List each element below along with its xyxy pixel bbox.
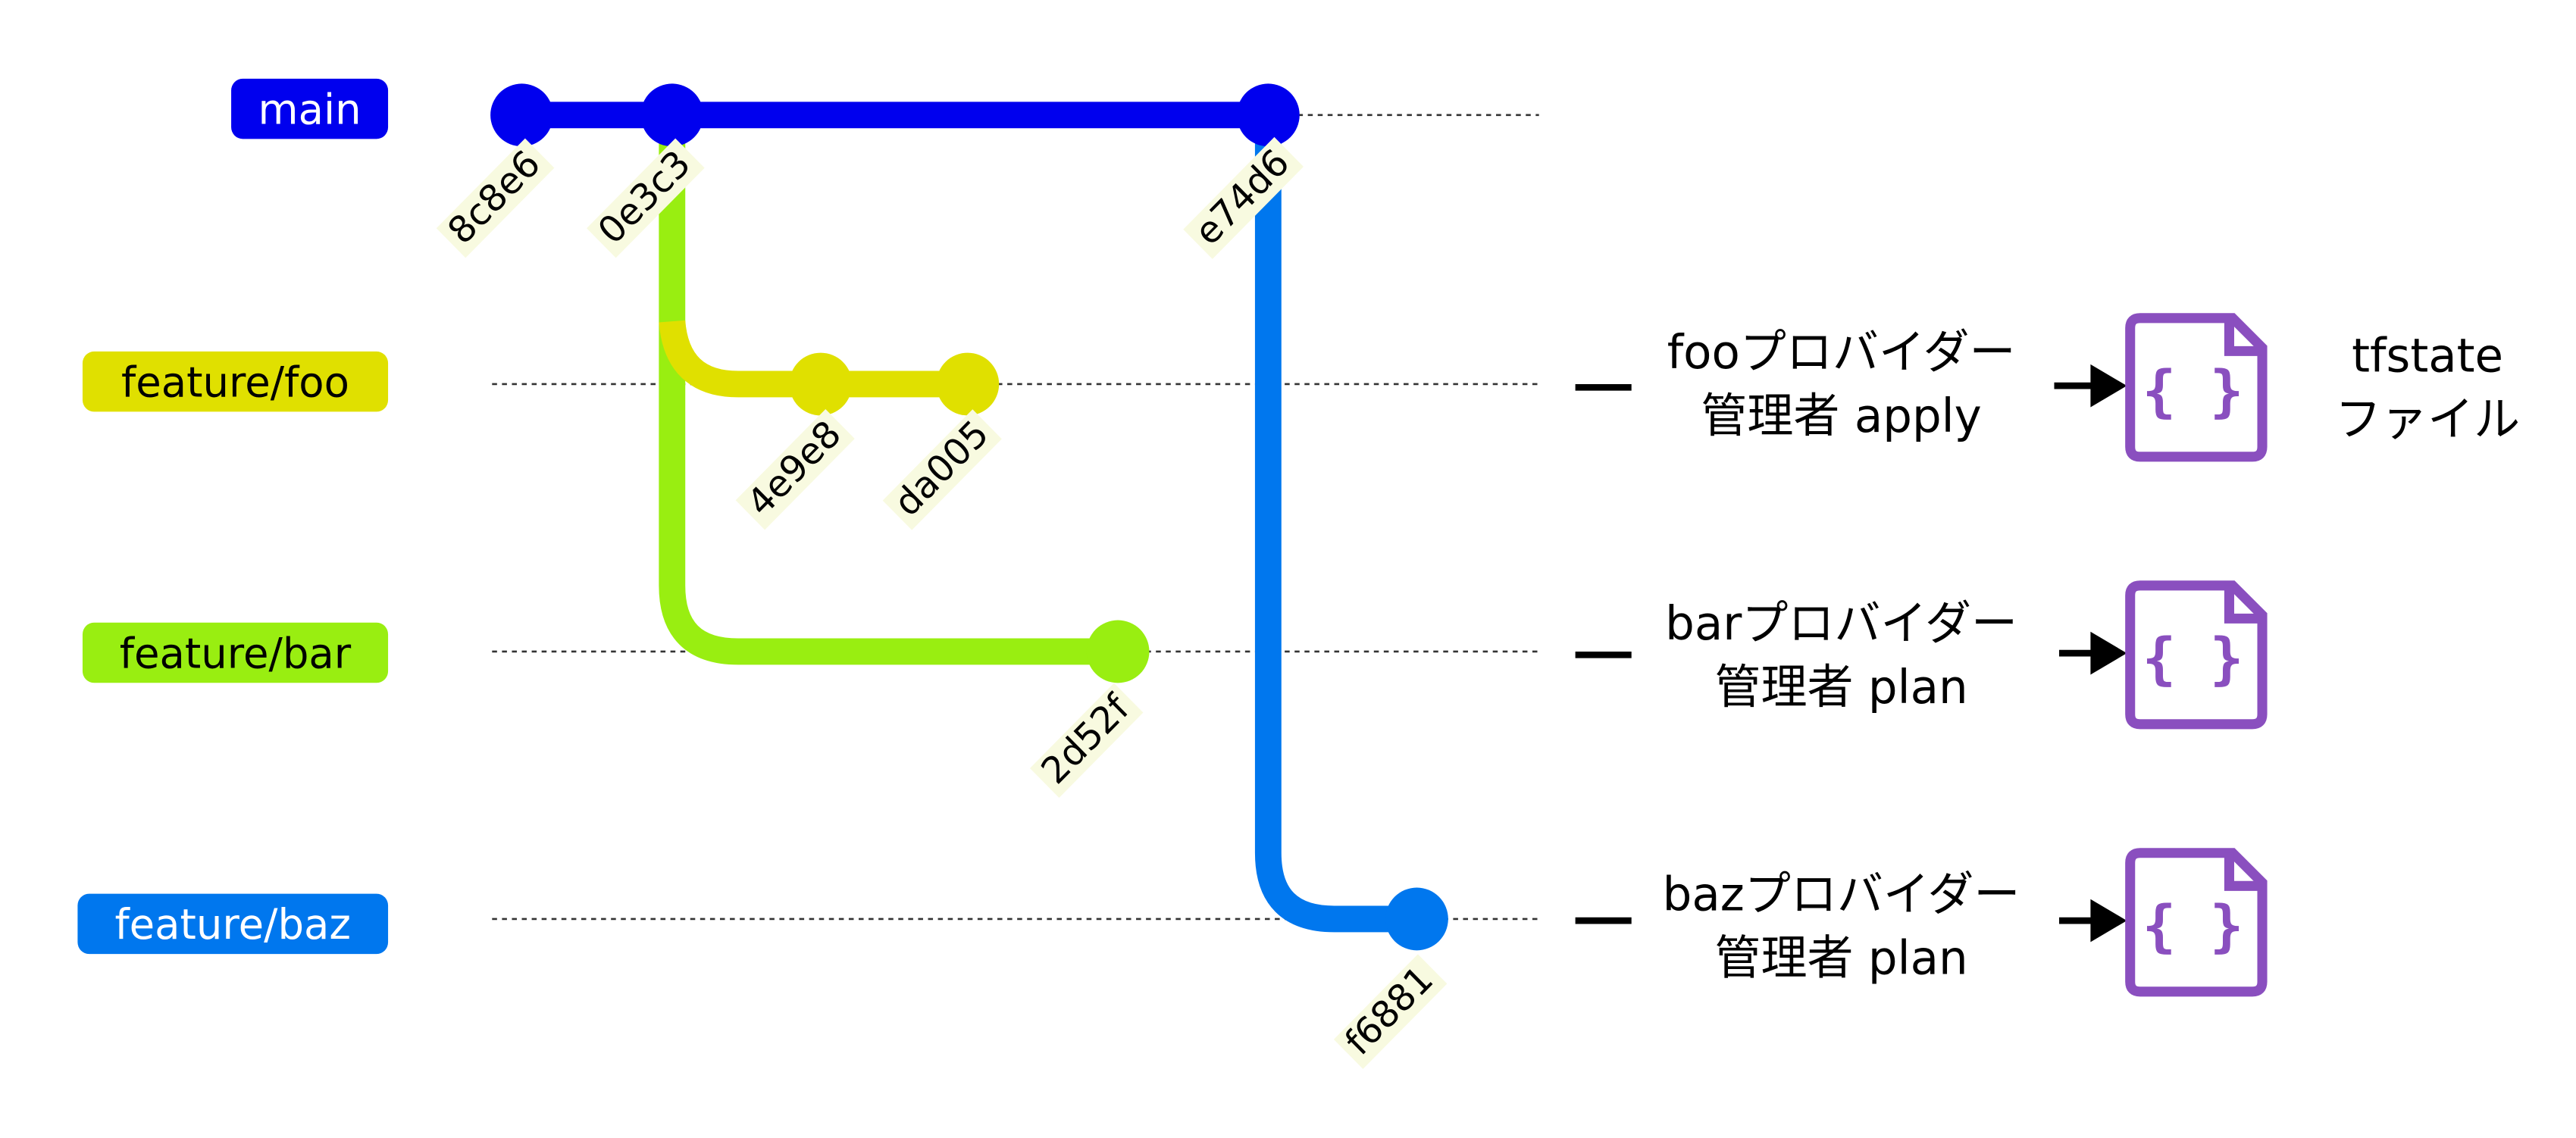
bar-provider-description: barプロバイダー 管理者 plan [1618,592,2064,720]
bar-provider-line1: barプロバイダー [1665,596,2017,652]
baz-provider-line1: bazプロバイダー [1662,867,2020,923]
commit-hash-2d52f: 2d52f [1029,683,1143,799]
tfstate-caption-line2: ファイル [2335,391,2521,447]
tfstate-caption-line1: tfstate [2352,327,2504,383]
commit-hash-e74d6: e74d6 [1183,137,1304,259]
commit-hash-f6881: f6881 [1333,954,1447,1069]
branch-label-foo[interactable]: feature/foo [82,351,389,412]
baz-provider-line2: 管理者 plan [1714,930,1968,986]
baz-provider-description: bazプロバイダー 管理者 plan [1618,864,2064,991]
foo-provider-description: fooプロバイダー 管理者 apply [1618,321,2064,449]
branch-label-bar[interactable]: feature/bar [82,622,389,683]
foo-provider-line1: fooプロバイダー [1667,324,2016,380]
foo-provider-line2: 管理者 apply [1701,388,1982,444]
commit-hash-8c8e6: 8c8e6 [436,139,554,258]
commit-hash-4e9e8: 4e9e8 [735,408,855,530]
commit-hash-da005: da005 [882,408,1003,530]
tfstate-file-caption: tfstate ファイル [2312,325,2543,452]
branch-label-baz[interactable]: feature/baz [77,893,389,955]
commit-hash-0e3c3: 0e3c3 [587,139,705,258]
diagram-labels: main feature/foo feature/bar feature/baz… [0,0,2576,1138]
git-branch-diagram: { } { } { } main feature/foo feature/bar… [0,0,2576,1138]
bar-provider-line2: 管理者 plan [1714,659,1968,715]
branch-label-main[interactable]: main [231,78,389,139]
